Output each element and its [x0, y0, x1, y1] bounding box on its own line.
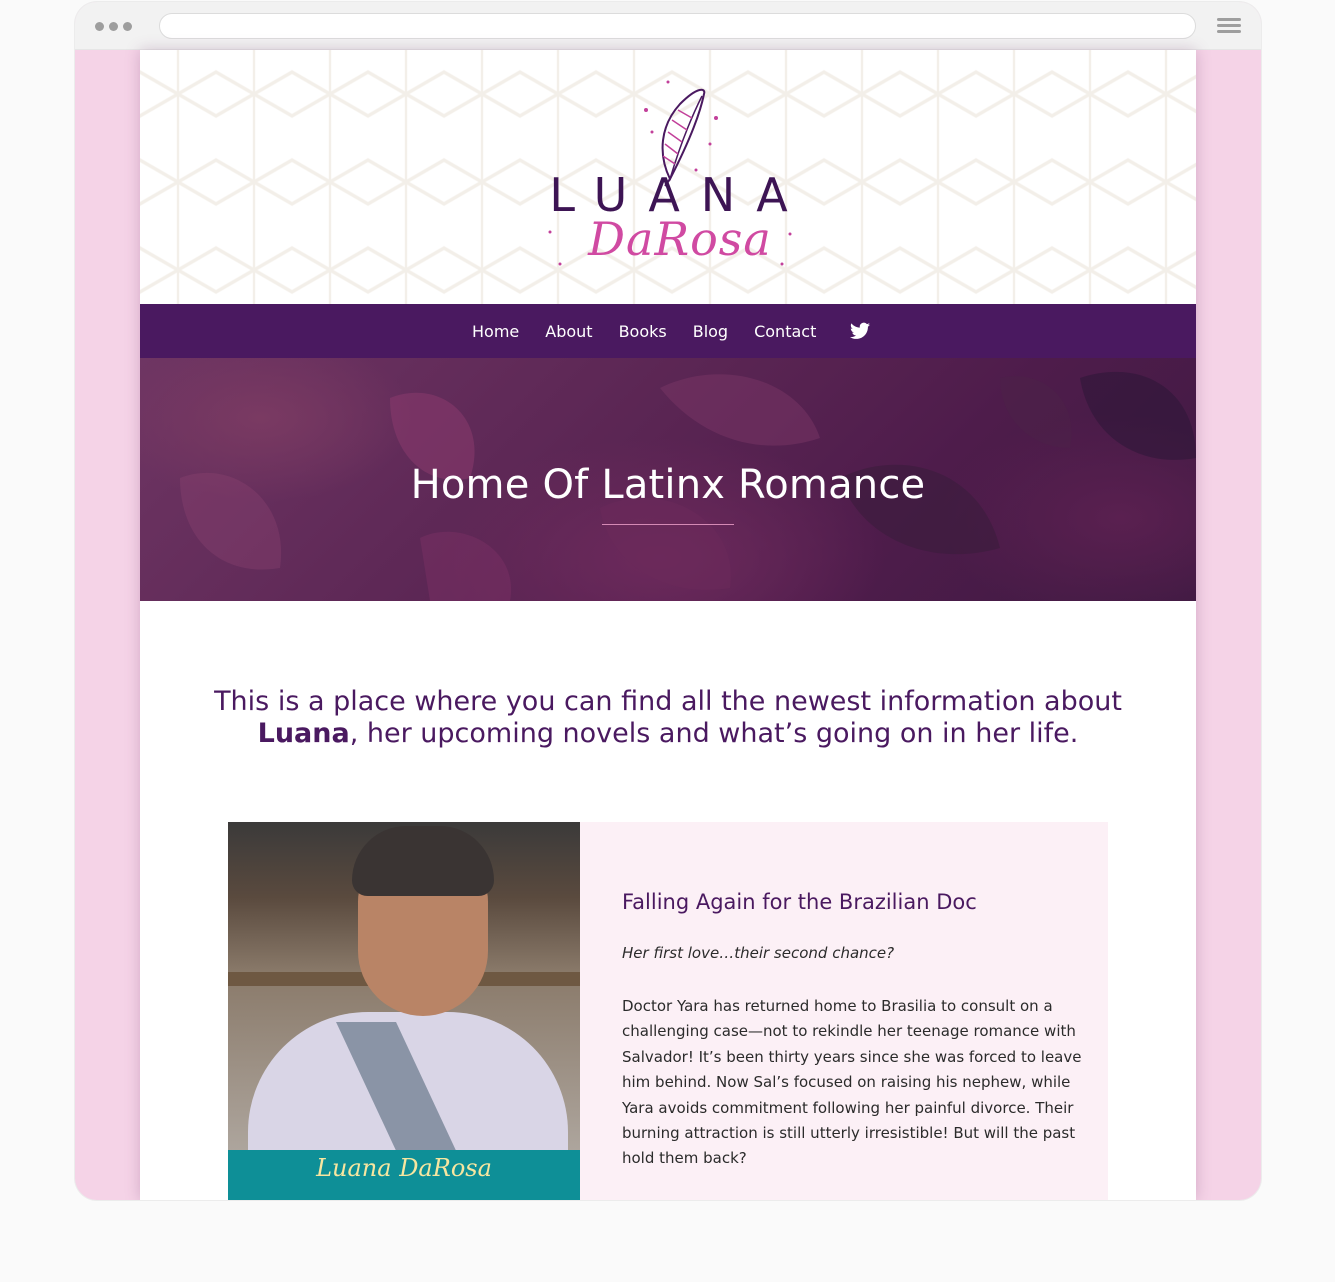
logo-last-name: DaRosa: [588, 212, 772, 266]
browser-toolbar: [75, 2, 1261, 50]
nav-list: Home About Books Blog Contact: [472, 304, 871, 358]
browser-window: LUANA DaRosa Home About Books Blog Conta…: [75, 2, 1261, 1200]
hamburger-menu-icon[interactable]: [1217, 18, 1241, 34]
description-line: hold them back?: [622, 1149, 747, 1168]
nav-item-about[interactable]: About: [545, 322, 592, 341]
description-line: Doctor Yara has returned home to Brasili…: [622, 997, 1053, 1015]
site-logo[interactable]: LUANA DaRosa: [520, 74, 820, 284]
window-dot-icon[interactable]: [123, 22, 132, 31]
window-dot-icon[interactable]: [109, 22, 118, 31]
description-line: burning attraction is still utterly irre…: [622, 1124, 1076, 1143]
book-description: Doctor Yara has returned home to Brasili…: [622, 994, 1082, 1172]
book-title[interactable]: Falling Again for the Brazilian Doc: [622, 890, 977, 914]
description-line: Yara avoids commitment following her pai…: [622, 1098, 1074, 1117]
nav-item-contact[interactable]: Contact: [754, 322, 816, 341]
main-nav: Home About Books Blog Contact: [140, 304, 1196, 358]
hero-divider: [602, 524, 734, 525]
description-line: him behind. Now Sal’s focused on raising…: [622, 1073, 1071, 1092]
description-line: challenging case—not to rekindle her tee…: [622, 1022, 1076, 1041]
cover-author-name: Luana DaRosa: [316, 1154, 492, 1182]
site-header: LUANA DaRosa: [140, 50, 1196, 304]
nav-item-home[interactable]: Home: [472, 322, 519, 341]
book-cover-image[interactable]: Luana DaRosa: [228, 822, 580, 1200]
nav-item-blog[interactable]: Blog: [693, 322, 728, 341]
address-bar[interactable]: [159, 13, 1196, 39]
window-dot-icon[interactable]: [95, 22, 104, 31]
intro-line-2-rest: , her upcoming novels and what’s going o…: [349, 718, 1079, 749]
hero-title: Home Of Latinx Romance: [410, 462, 926, 508]
intro-author-name: Luana: [257, 718, 350, 749]
intro-line-2: Luana, her upcoming novels and what’s go…: [200, 718, 1136, 750]
window-controls[interactable]: [95, 22, 132, 31]
hero-banner: Home Of Latinx Romance: [140, 358, 1196, 601]
twitter-icon[interactable]: [850, 322, 871, 340]
nav-item-books[interactable]: Books: [619, 322, 667, 341]
intro-line-1: This is a place where you can find all t…: [214, 686, 1122, 717]
description-line: Salvador! It’s been thirty years since s…: [622, 1047, 1082, 1066]
book-tagline: Her first love…their second chance?: [622, 944, 895, 962]
book-info-panel: Falling Again for the Brazilian Doc Her …: [580, 822, 1108, 1200]
web-page: LUANA DaRosa Home About Books Blog Conta…: [140, 50, 1196, 1200]
